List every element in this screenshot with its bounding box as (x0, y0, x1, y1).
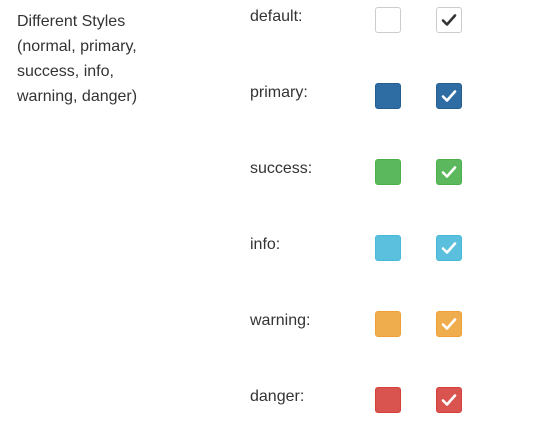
check-icon (441, 242, 457, 254)
check-icon (441, 318, 457, 330)
checkbox-row-success: success: (0, 159, 541, 187)
description-line: (normal, primary, (17, 38, 137, 55)
check-icon (441, 394, 457, 406)
row-label-default: default: (250, 8, 303, 25)
check-icon (441, 166, 457, 178)
checkbox-warning-unchecked[interactable] (375, 311, 401, 337)
check-icon (441, 90, 457, 102)
checkbox-default-checked[interactable] (436, 7, 462, 33)
checkbox-row-default: default: (0, 7, 541, 35)
checkbox-success-unchecked[interactable] (375, 159, 401, 185)
checkbox-row-warning: warning: (0, 311, 541, 339)
checkbox-primary-unchecked[interactable] (375, 83, 401, 109)
checkbox-info-checked[interactable] (436, 235, 462, 261)
row-label-primary: primary: (250, 84, 308, 101)
row-label-warning: warning: (250, 312, 311, 329)
checkbox-row-danger: danger: (0, 387, 541, 415)
checkbox-danger-unchecked[interactable] (375, 387, 401, 413)
checkbox-primary-checked[interactable] (436, 83, 462, 109)
row-label-info: info: (250, 236, 281, 253)
checkbox-row-primary: primary: (0, 83, 541, 111)
checkbox-success-checked[interactable] (436, 159, 462, 185)
checkbox-default-unchecked[interactable] (375, 7, 401, 33)
check-icon (441, 14, 457, 26)
checkbox-warning-checked[interactable] (436, 311, 462, 337)
row-label-danger: danger: (250, 388, 305, 405)
row-label-success: success: (250, 160, 313, 177)
description-line: success, info, (17, 63, 114, 80)
checkbox-row-info: info: (0, 235, 541, 263)
checkbox-info-unchecked[interactable] (375, 235, 401, 261)
checkbox-danger-checked[interactable] (436, 387, 462, 413)
